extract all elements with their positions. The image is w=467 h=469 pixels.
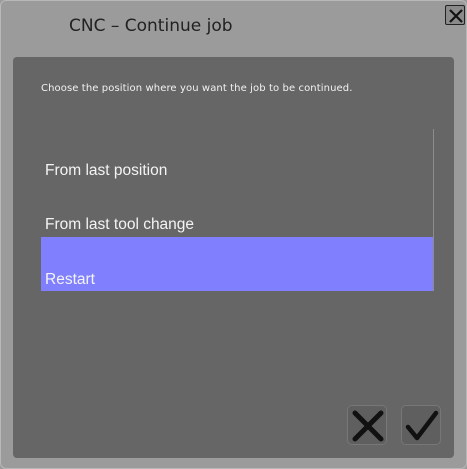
close-button[interactable] bbox=[445, 5, 465, 25]
position-options-list: From last position From last tool change… bbox=[41, 129, 434, 292]
cancel-x-icon bbox=[352, 410, 384, 442]
option-restart[interactable]: Restart bbox=[41, 237, 433, 291]
option-from-last-tool-change[interactable]: From last tool change bbox=[41, 183, 433, 237]
close-icon bbox=[449, 9, 463, 23]
option-label: Restart bbox=[45, 271, 95, 288]
cancel-button[interactable] bbox=[347, 405, 387, 445]
option-label: From last position bbox=[45, 162, 168, 179]
option-from-last-position[interactable]: From last position bbox=[41, 129, 433, 183]
content-panel: Choose the position where you want the j… bbox=[13, 57, 454, 458]
instruction-text: Choose the position where you want the j… bbox=[41, 83, 353, 94]
dialog-title: CNC – Continue job bbox=[69, 16, 233, 36]
list-scrollbar[interactable] bbox=[433, 129, 434, 291]
ok-button[interactable] bbox=[401, 405, 441, 445]
continue-job-dialog: CNC – Continue job Choose the position w… bbox=[0, 0, 467, 469]
option-label: From last tool change bbox=[45, 216, 195, 233]
checkmark-icon bbox=[405, 410, 439, 441]
